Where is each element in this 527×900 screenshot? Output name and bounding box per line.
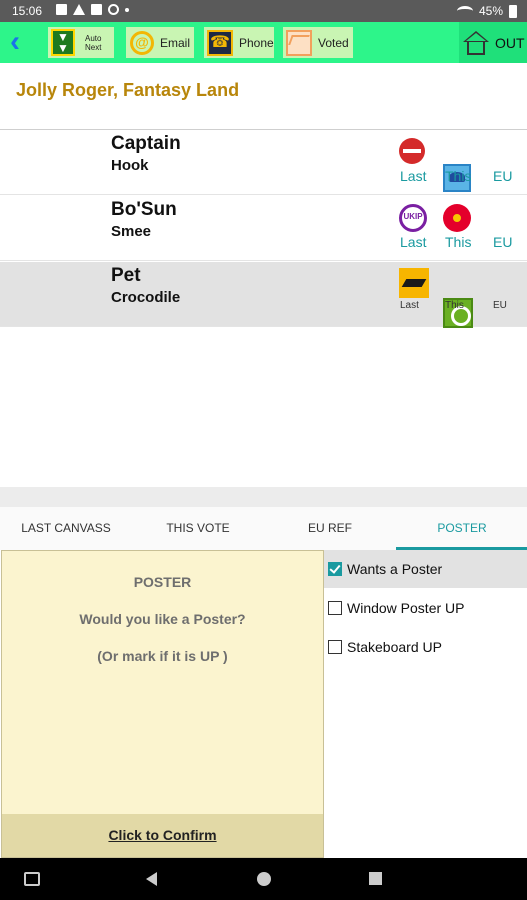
at-sign-icon: @ xyxy=(130,30,154,55)
voter-name: Hook xyxy=(111,157,149,174)
this-label: This xyxy=(445,300,464,311)
voter-title: Pet xyxy=(111,265,141,286)
tab-bar: LAST CANVASS THIS VOTE EU REF POSTER xyxy=(0,507,527,550)
status-time: 15:06 xyxy=(12,4,43,18)
eu-label[interactable]: EU xyxy=(493,168,512,184)
option-label: Stakeboard UP xyxy=(347,639,442,655)
option-label: Wants a Poster xyxy=(347,561,443,577)
address-title: Jolly Roger, Fantasy Land xyxy=(16,80,240,100)
email-label: Email xyxy=(160,35,191,50)
checkbox-checked[interactable] xyxy=(328,562,342,576)
phone-button[interactable]: ☎ Phone xyxy=(204,27,274,58)
voter-title: Captain xyxy=(111,133,181,154)
settings-icon xyxy=(108,4,119,15)
auto-next-button[interactable]: ▼ ▼ Auto Next xyxy=(48,27,114,58)
nav-home-icon[interactable] xyxy=(257,872,271,886)
out-button[interactable]: OUT xyxy=(459,22,527,63)
voter-row-selected[interactable]: Pet Crocodile Last This EU xyxy=(0,262,527,328)
panel-question: Would you like a Poster? xyxy=(79,611,246,627)
wants-poster-option[interactable]: Wants a Poster xyxy=(324,550,527,588)
mail-icon xyxy=(91,4,102,15)
phone-label: Phone xyxy=(239,35,274,50)
double-down-arrow-icon: ▼ ▼ xyxy=(51,29,75,56)
checkbox[interactable] xyxy=(328,601,342,615)
eu-label[interactable]: EU xyxy=(493,300,507,311)
voted-button[interactable]: Voted xyxy=(283,27,353,58)
libdem-bird-icon[interactable] xyxy=(399,268,429,298)
back-arrow-icon[interactable]: ‹ xyxy=(10,27,34,58)
ballot-box-icon xyxy=(286,29,312,56)
last-label: Last xyxy=(400,300,419,311)
auto-next-label-line1: Auto xyxy=(85,33,102,43)
this-label: This xyxy=(445,234,472,250)
checkbox[interactable] xyxy=(328,640,342,654)
ukip-icon[interactable]: UKIP xyxy=(399,204,427,232)
tab-poster[interactable]: POSTER xyxy=(396,507,527,550)
voter-row[interactable]: Bo'Sun Smee UKIP Last This EU xyxy=(0,196,527,261)
panel-note: (Or mark if it is UP ) xyxy=(97,648,228,664)
poster-panel: POSTER Would you like a Poster? (Or mark… xyxy=(1,550,324,858)
wifi-icon xyxy=(456,6,473,16)
top-toolbar: ‹ ▼ ▼ Auto Next @ Email ☎ Phone Voted OUT xyxy=(0,22,527,63)
dot-icon xyxy=(125,8,129,12)
status-icons xyxy=(56,4,129,15)
option-label: Window Poster UP xyxy=(347,600,465,616)
red-rose-icon[interactable] xyxy=(443,204,471,232)
home-assistant-icon[interactable] xyxy=(24,872,40,886)
stakeboard-option[interactable]: Stakeboard UP xyxy=(324,628,527,666)
eu-label[interactable]: EU xyxy=(493,234,512,250)
panel-title: POSTER xyxy=(133,574,192,590)
warning-icon xyxy=(73,4,85,15)
tab-last-canvass[interactable]: LAST CANVASS xyxy=(0,507,132,550)
phone-icon: ☎ xyxy=(207,29,233,56)
section-separator xyxy=(0,487,527,507)
window-poster-option[interactable]: Window Poster UP xyxy=(324,589,527,627)
nav-back-icon[interactable] xyxy=(146,872,157,886)
image-icon xyxy=(56,4,67,15)
voter-title: Bo'Sun xyxy=(111,199,177,220)
last-label: Last xyxy=(400,234,427,250)
last-label: Last xyxy=(400,168,427,184)
out-label: OUT xyxy=(495,34,525,51)
email-button[interactable]: @ Email xyxy=(126,27,194,58)
this-label: This xyxy=(445,168,472,184)
nav-recents-icon[interactable] xyxy=(369,872,382,885)
voter-name: Crocodile xyxy=(111,289,181,306)
voter-row[interactable]: Captain Hook Last This EU xyxy=(0,130,527,195)
auto-next-label-line2: Next xyxy=(85,42,102,52)
tab-eu-ref[interactable]: EU REF xyxy=(264,507,396,550)
auto-next-label: Auto Next xyxy=(85,34,101,52)
battery-percent: 45% xyxy=(478,4,503,18)
no-entry-icon[interactable] xyxy=(399,138,425,164)
voter-name: Smee xyxy=(111,223,152,240)
battery-icon xyxy=(509,4,517,18)
system-nav-bar xyxy=(0,858,527,900)
status-bar: 15:06 45% xyxy=(0,0,527,22)
confirm-button[interactable]: Click to Confirm xyxy=(2,814,323,857)
voted-label: Voted xyxy=(318,35,349,50)
house-icon xyxy=(463,30,489,55)
tab-this-vote[interactable]: THIS VOTE xyxy=(132,507,264,550)
